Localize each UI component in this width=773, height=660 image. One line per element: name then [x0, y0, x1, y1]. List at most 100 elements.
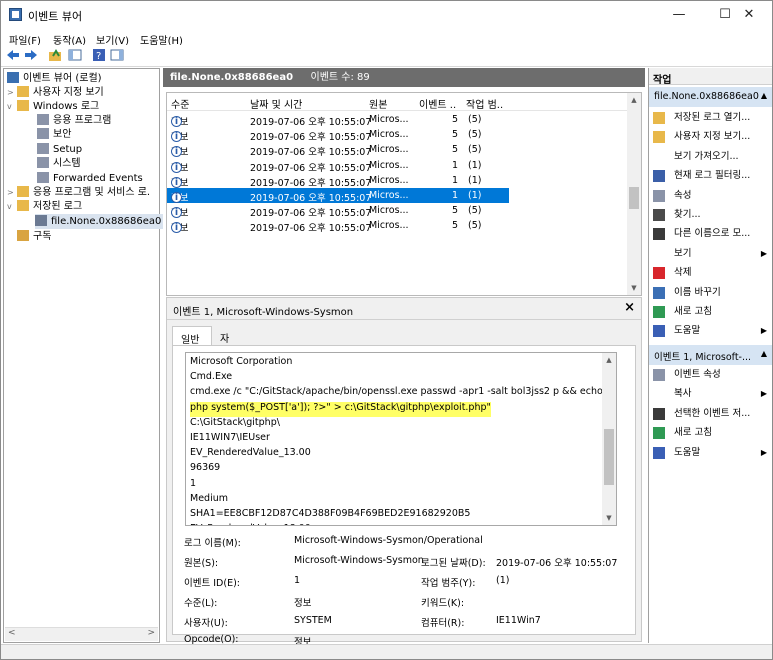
submenu-arrow-icon: ▶ — [760, 326, 767, 336]
row-event-id: 5 — [452, 205, 459, 217]
scroll-thumb[interactable] — [604, 429, 614, 485]
action-item[interactable]: 도움말 ▶ — [649, 321, 772, 340]
scroll-right-icon[interactable]: > — [147, 628, 155, 638]
log-icon — [37, 172, 49, 183]
row-event-id: 1 — [452, 174, 459, 186]
event-detail-header: 이벤트 1, Microsoft-Windows-Sysmon × — [167, 298, 641, 320]
col-level[interactable]: 수준 — [171, 96, 189, 111]
actions-section-event-label: 이벤트 1, Microsoft-... — [654, 352, 752, 363]
tab-general[interactable]: 일반 — [172, 326, 212, 346]
event-row[interactable]: i정보 2019-07-06 오후 10:55:07Micros... 5 (5) — [167, 112, 629, 128]
folder-icon — [17, 186, 29, 197]
event-row[interactable]: i정보 2019-07-06 오후 10:55:07Micros... 5 (5) — [167, 203, 629, 219]
action-item[interactable]: 이름 바꾸기 — [649, 283, 772, 302]
tree-custom-views[interactable]: > 사용자 지정 보기 — [7, 85, 104, 100]
minimize-button[interactable]: — — [656, 1, 702, 29]
row-level: i정보 — [171, 175, 188, 189]
action-item[interactable]: 선택한 이벤트 저... — [649, 404, 772, 423]
scroll-up-icon[interactable]: ▲ — [627, 93, 641, 107]
scroll-thumb[interactable] — [629, 187, 639, 209]
scroll-up-icon[interactable]: ▲ — [602, 353, 616, 367]
tree-setup-log[interactable]: Setup — [37, 142, 82, 157]
action-item[interactable]: 새로 고침 — [649, 302, 772, 321]
tree-security-log[interactable]: 보안 — [37, 127, 71, 142]
tab-details[interactable]: 자세히 — [212, 326, 237, 375]
event-row[interactable]: i정보 2019-07-06 오후 10:55:07Micros... 5 (5) — [167, 127, 629, 143]
chevron-down-icon[interactable]: v — [7, 199, 17, 214]
action-item[interactable]: 다른 이름으로 모... — [649, 224, 772, 243]
actions-section-log[interactable]: file.None.0x88686ea0 ▲ — [649, 87, 772, 107]
show-action-pane-icon[interactable] — [110, 48, 124, 62]
action-item[interactable]: 속성 — [649, 186, 772, 205]
close-button[interactable]: ✕ — [726, 1, 772, 29]
tree-horizontal-scrollbar[interactable]: < > — [5, 627, 158, 641]
show-hide-tree-icon[interactable] — [68, 48, 82, 62]
event-detail-title: 이벤트 1, Microsoft-Windows-Sysmon — [173, 307, 354, 318]
event-row[interactable]: i정보 2019-07-06 오후 10:55:07Micros... 5 (5) — [167, 218, 629, 234]
row-task: (1) — [468, 190, 482, 201]
log-name: file.None.0x88686ea0 — [170, 72, 294, 83]
tree-subscriptions[interactable]: 구독 — [17, 229, 51, 244]
chevron-right-icon[interactable]: > — [7, 185, 17, 200]
event-row[interactable]: i정보 2019-07-06 오후 10:55:07Micros... 5 (5) — [167, 142, 629, 158]
refresh-icon — [653, 306, 665, 318]
task-label: 작업 범주(Y): — [421, 578, 476, 589]
user-value: SYSTEM — [294, 615, 332, 626]
scroll-down-icon[interactable]: ▼ — [627, 281, 641, 295]
action-item[interactable]: 현재 로그 필터링... — [649, 166, 772, 185]
row-source: Micros... — [369, 190, 409, 201]
chevron-down-icon[interactable]: v — [7, 99, 17, 114]
info-icon: i — [171, 176, 182, 188]
event-row[interactable]: i정보 2019-07-06 오후 10:55:07Micros... 1 (1) — [167, 188, 509, 204]
rename-icon — [653, 286, 665, 299]
row-date: 2019-07-06 오후 10:55:07 — [250, 162, 372, 174]
action-item[interactable]: 복사 ▶ — [649, 384, 772, 403]
col-source[interactable]: 원본 — [369, 96, 387, 111]
col-date[interactable]: 날짜 및 시간 — [250, 96, 302, 111]
collapse-icon[interactable]: ▲ — [761, 91, 767, 100]
action-item[interactable]: 찾기... — [649, 205, 772, 224]
collapse-icon[interactable]: ▲ — [761, 349, 767, 358]
event-list: 수준 날짜 및 시간 원본 이벤트 .. 작업 범.. i정보 2019-07-0… — [166, 92, 642, 296]
description-line: php system($_POST['a']); ?>" > c:\GitSta… — [190, 401, 491, 417]
scroll-left-icon[interactable]: < — [8, 628, 16, 638]
action-item[interactable]: 저장된 로그 열기... — [649, 108, 772, 127]
tree-windows-logs[interactable]: v Windows 로그 — [7, 99, 99, 114]
action-item[interactable]: 사용자 지정 보기... — [649, 127, 772, 146]
action-item[interactable]: 보기 가져오기... — [649, 147, 772, 166]
action-item[interactable]: 새로 고침 — [649, 423, 772, 442]
action-label: 찾기... — [674, 209, 701, 220]
row-level: i정보 — [171, 144, 188, 158]
close-detail-icon[interactable]: × — [624, 300, 635, 315]
description-scrollbar[interactable]: ▲ ▼ — [602, 353, 616, 525]
tree-application-log[interactable]: 응용 프로그램 — [37, 113, 111, 128]
binoculars-icon — [653, 209, 665, 221]
row-event-id: 5 — [452, 144, 459, 156]
event-row[interactable]: i정보 2019-07-06 오후 10:55:07Micros... 1 (1) — [167, 173, 629, 189]
row-source: Micros... — [369, 174, 409, 186]
action-item[interactable]: 보기 ▶ — [649, 244, 772, 263]
tree-forwarded-events[interactable]: Forwarded Events — [37, 171, 143, 186]
tree-root[interactable]: 이벤트 뷰어 (로컬) — [7, 71, 102, 86]
event-list-scrollbar[interactable]: ▲ ▼ — [627, 93, 641, 295]
forward-arrow-icon[interactable] — [24, 48, 38, 62]
col-event-id[interactable]: 이벤트 .. — [419, 96, 456, 111]
help-icon[interactable]: ? — [92, 48, 106, 62]
event-row[interactable]: i정보 2019-07-06 오후 10:55:07Micros... 1 (1) — [167, 158, 629, 174]
actions-section-event[interactable]: 이벤트 1, Microsoft-... ▲ — [649, 345, 772, 365]
tree-app-service-logs[interactable]: > 응용 프로그램 및 서비스 로. — [7, 185, 150, 200]
action-item[interactable]: 이벤트 속성 — [649, 365, 772, 384]
tree-saved-logs[interactable]: v 저장된 로그 — [7, 199, 82, 214]
tree-system-log[interactable]: 시스템 — [37, 156, 81, 171]
scroll-down-icon[interactable]: ▼ — [602, 511, 616, 525]
tree-saved-file[interactable]: file.None.0x88686ea0 — [35, 214, 165, 229]
back-arrow-icon[interactable] — [6, 48, 20, 62]
action-item[interactable]: 도움말 ▶ — [649, 443, 772, 462]
action-item[interactable]: 삭제 — [649, 263, 772, 282]
description-line: C:\GitStack\gitphp\ — [190, 416, 280, 428]
up-folder-icon[interactable] — [48, 48, 62, 62]
chevron-right-icon[interactable]: > — [7, 85, 17, 100]
col-task[interactable]: 작업 범.. — [466, 96, 503, 111]
event-description-box[interactable]: Microsoft Corporation Cmd.Exe cmd.exe /c "… — [185, 352, 617, 526]
tree-windows-logs-label: Windows 로그 — [33, 101, 100, 112]
